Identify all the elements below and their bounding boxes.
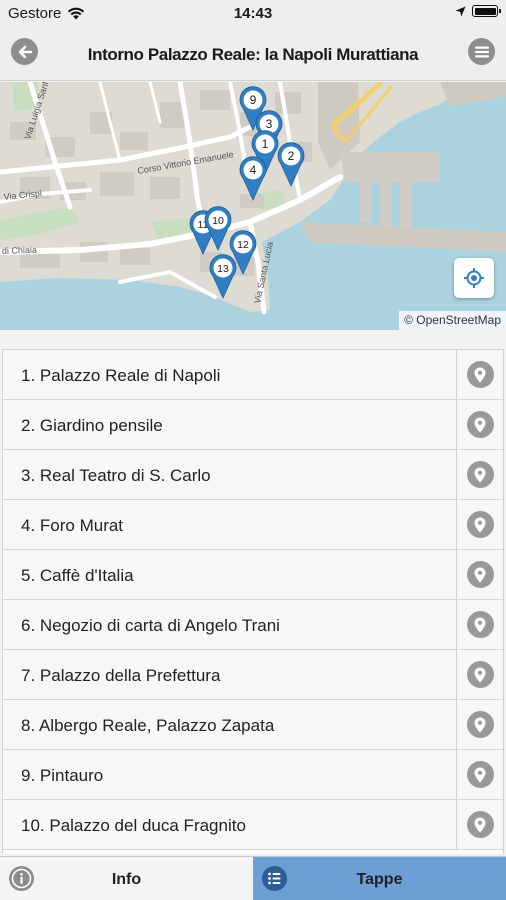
map-marker-label: 9 xyxy=(250,93,257,107)
tab-tappe-label: Tappe xyxy=(356,871,403,888)
show-on-map-button[interactable] xyxy=(456,550,503,599)
map-pin-icon xyxy=(466,561,494,588)
map-marker-label: 1 xyxy=(262,137,269,151)
show-on-map-button[interactable] xyxy=(456,400,503,449)
map-pin-icon xyxy=(466,761,494,788)
show-on-map-button[interactable] xyxy=(456,500,503,549)
list-item[interactable]: 6. Negozio di carta di Angelo Trani xyxy=(3,600,503,650)
location-arrow-icon xyxy=(455,6,466,16)
list-item[interactable]: 5. Caffè d'Italia xyxy=(3,550,503,600)
stop-label: 1. Palazzo Reale di Napoli xyxy=(21,366,221,385)
map-marker-label: 13 xyxy=(217,263,229,275)
tab-tappe[interactable]: Tappe xyxy=(253,857,506,900)
list-item[interactable]: 7. Palazzo della Prefettura xyxy=(3,650,503,700)
street-label: di Chiaia xyxy=(2,245,37,256)
tab-info[interactable]: Info xyxy=(0,857,253,900)
tab-bar: Info Tappe xyxy=(0,856,506,900)
back-button[interactable] xyxy=(11,38,38,65)
menu-icon xyxy=(474,46,489,57)
stops-list[interactable]: 1. Palazzo Reale di Napoli 2. Giardino p… xyxy=(2,349,504,854)
battery-icon xyxy=(472,5,501,17)
show-on-map-button[interactable] xyxy=(456,450,503,499)
map-marker-label: 10 xyxy=(212,215,224,227)
show-on-map-button[interactable] xyxy=(456,700,503,749)
show-on-map-button[interactable] xyxy=(456,750,503,799)
map-pin-icon xyxy=(466,361,494,388)
map-view[interactable]: Via Luigia Sanfelice Corso Vittorio Eman… xyxy=(0,82,506,330)
map-pin-icon xyxy=(466,461,494,488)
show-on-map-button[interactable] xyxy=(456,350,503,399)
stop-label: 9. Pintauro xyxy=(21,766,104,785)
stop-label: 3. Real Teatro di S. Carlo xyxy=(21,466,211,485)
stop-label: 7. Palazzo della Prefettura xyxy=(21,666,221,685)
stop-label: 6. Negozio di carta di Angelo Trani xyxy=(21,616,280,635)
status-time: 14:43 xyxy=(233,5,273,22)
status-right xyxy=(455,5,501,17)
show-on-map-button[interactable] xyxy=(456,650,503,699)
map-pin-icon xyxy=(466,611,494,638)
map-pin-icon xyxy=(466,811,494,838)
stop-label: 5. Caffè d'Italia xyxy=(21,566,134,585)
stop-label: 2. Giardino pensile xyxy=(21,416,163,435)
list-item[interactable]: 2. Giardino pensile xyxy=(3,400,503,450)
list-item[interactable]: 3. Real Teatro di S. Carlo xyxy=(3,450,503,500)
tab-info-label: Info xyxy=(111,871,142,888)
navigation-bar: Intorno Palazzo Reale: la Napoli Muratti… xyxy=(0,28,506,81)
list-item[interactable]: 4. Foro Murat xyxy=(3,500,503,550)
map-tiles[interactable]: Via Luigia Sanfelice Corso Vittorio Eman… xyxy=(0,82,506,330)
map-attribution[interactable]: © OpenStreetMap xyxy=(399,311,506,330)
stop-label: 10. Palazzo del duca Fragnito xyxy=(21,816,246,835)
page-title: Intorno Palazzo Reale: la Napoli Muratti… xyxy=(87,45,419,64)
list-item[interactable]: 1. Palazzo Reale di Napoli xyxy=(3,350,503,400)
stop-label: 8. Albergo Reale, Palazzo Zapata xyxy=(21,716,275,735)
map-marker-label: 4 xyxy=(250,163,257,177)
map-marker-label: 3 xyxy=(266,117,273,131)
map-pin-icon xyxy=(466,711,494,738)
back-arrow-icon xyxy=(18,45,32,58)
menu-button[interactable] xyxy=(468,38,495,65)
show-on-map-button[interactable] xyxy=(456,600,503,649)
show-on-map-button[interactable] xyxy=(456,800,503,849)
stop-label: 4. Foro Murat xyxy=(21,516,124,535)
list-item[interactable]: 10. Palazzo del duca Fragnito xyxy=(3,800,503,850)
crosshair-icon xyxy=(464,268,484,288)
locate-me-button[interactable] xyxy=(454,258,494,298)
map-marker-label: 12 xyxy=(237,239,249,251)
status-bar: Gestore 14:43 xyxy=(0,0,506,28)
map-marker-label: 2 xyxy=(288,149,295,163)
map-pin-icon xyxy=(466,511,494,538)
list-item[interactable]: 8. Albergo Reale, Palazzo Zapata xyxy=(3,700,503,750)
list-item[interactable]: 9. Pintauro xyxy=(3,750,503,800)
map-pin-icon xyxy=(466,661,494,688)
map-pin-icon xyxy=(466,411,494,438)
